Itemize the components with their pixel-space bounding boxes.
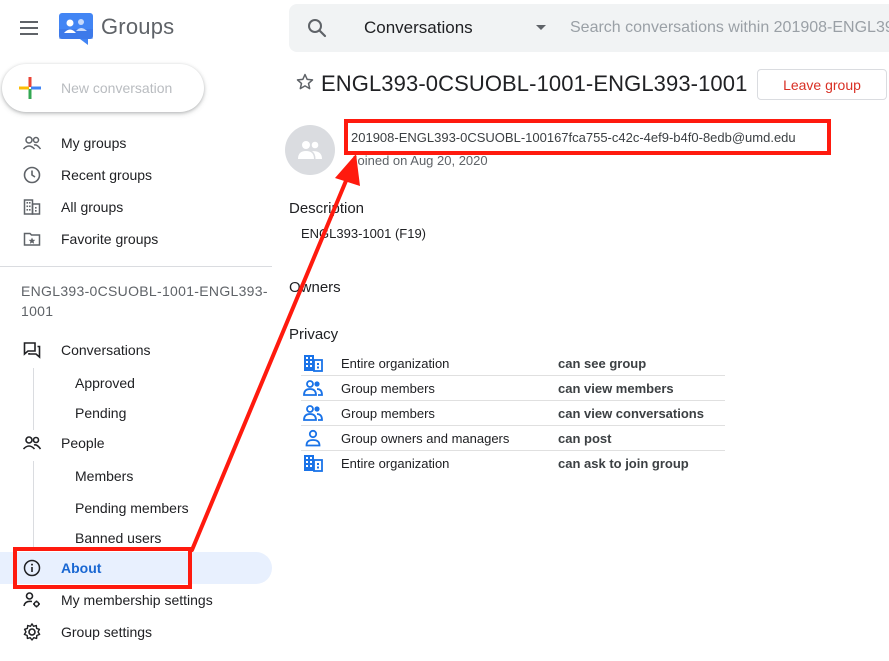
group-icon xyxy=(303,405,323,421)
description-text: ENGL393-1001 (F19) xyxy=(301,226,427,241)
privacy-who: Entire organization xyxy=(341,456,450,471)
search-icon[interactable] xyxy=(305,16,329,40)
privacy-who: Group members xyxy=(341,406,435,421)
sidebar-divider xyxy=(0,266,272,267)
privacy-row: Entire organization can see group xyxy=(301,351,725,376)
email-highlight-box xyxy=(344,119,831,155)
sidebar-item-pending[interactable]: Pending xyxy=(0,398,272,428)
privacy-permission: can view members xyxy=(558,381,674,396)
page-title: ENGL393-0CSUOBL-1001-ENGL393-1001 xyxy=(321,71,748,96)
sidebar-item-label: Members xyxy=(75,468,134,484)
sidebar-item-label: People xyxy=(61,435,105,451)
building-icon xyxy=(23,199,41,215)
sidebar-item-conversations[interactable]: Conversations xyxy=(0,334,272,366)
privacy-heading: Privacy xyxy=(289,326,339,343)
sidebar-item-label: Recent groups xyxy=(61,167,153,183)
sidebar-item-label: Group settings xyxy=(61,624,153,640)
sidebar-item-label: Banned users xyxy=(75,530,162,546)
sidebar-item-approved[interactable]: Approved xyxy=(0,368,272,398)
privacy-who: Entire organization xyxy=(341,356,450,371)
sidebar-item-pending-members[interactable]: Pending members xyxy=(0,493,272,523)
menu-bar xyxy=(20,33,38,35)
sidebar-group-name: ENGL393-0CSUOBL-1001-ENGL393-1001 xyxy=(21,283,268,319)
person-icon xyxy=(305,429,321,447)
sidebar-item-label: My membership settings xyxy=(61,592,213,608)
plus-icon xyxy=(19,77,41,99)
people-icon xyxy=(22,436,42,450)
group-icon xyxy=(298,141,322,159)
groups-logo-icon[interactable] xyxy=(58,12,94,46)
sidebar-item-label: Conversations xyxy=(61,342,151,358)
menu-bar xyxy=(20,27,38,29)
search-scope-select[interactable]: Conversations xyxy=(364,18,473,38)
star-icon[interactable] xyxy=(295,72,315,92)
sidebar-item-label: Favorite groups xyxy=(61,231,159,247)
sidebar-item-group-settings[interactable]: Group settings xyxy=(0,616,272,648)
privacy-permission: can ask to join group xyxy=(558,456,689,471)
app-brand[interactable]: Groups xyxy=(101,14,174,40)
building-icon xyxy=(304,455,323,472)
conversations-icon xyxy=(23,342,41,359)
new-conversation-label: New conversation xyxy=(61,80,173,96)
sidebar-item-recent-groups[interactable]: Recent groups xyxy=(0,159,272,191)
sidebar-item-label: Pending xyxy=(75,405,127,421)
privacy-row: Entire organization can ask to join grou… xyxy=(301,451,725,476)
star-folder-icon xyxy=(23,232,41,246)
sidebar-item-label: My groups xyxy=(61,135,127,151)
search-input[interactable] xyxy=(570,14,889,42)
sidebar-item-label: Approved xyxy=(75,375,135,391)
sidebar-item-people[interactable]: People xyxy=(0,427,272,459)
sidebar-item-all-groups[interactable]: All groups xyxy=(0,191,272,223)
owners-heading: Owners xyxy=(289,279,341,296)
description-heading: Description xyxy=(289,200,365,217)
joined-date: Joined on Aug 20, 2020 xyxy=(351,153,488,168)
privacy-who: Group owners and managers xyxy=(341,431,510,446)
privacy-permission: can see group xyxy=(558,356,647,371)
sidebar-item-favorite-groups[interactable]: Favorite groups xyxy=(0,223,272,255)
gear-icon xyxy=(23,623,41,641)
group-icon xyxy=(303,380,323,396)
privacy-row: Group members can view conversations xyxy=(301,401,725,426)
menu-bar xyxy=(20,21,38,23)
privacy-who: Group members xyxy=(341,381,435,396)
privacy-permission: can view conversations xyxy=(558,406,704,421)
new-conversation-button[interactable]: New conversation xyxy=(2,64,204,112)
leave-group-button[interactable]: Leave group xyxy=(757,69,887,100)
clock-icon xyxy=(23,166,41,184)
sidebar-item-label: All groups xyxy=(61,199,124,215)
people-icon xyxy=(22,136,42,150)
building-icon xyxy=(304,355,323,372)
person-settings-icon xyxy=(23,592,40,608)
about-highlight-box xyxy=(13,547,192,589)
sidebar-item-label: Pending members xyxy=(75,500,189,516)
privacy-row: Group owners and managers can post xyxy=(301,426,725,451)
privacy-permission: can post xyxy=(558,431,612,446)
main-menu-button[interactable] xyxy=(14,14,44,42)
group-avatar xyxy=(285,125,335,175)
sidebar-item-my-groups[interactable]: My groups xyxy=(0,127,272,159)
caret-down-icon[interactable] xyxy=(536,25,546,30)
privacy-row: Group members can view members xyxy=(301,376,725,401)
sidebar-item-members[interactable]: Members xyxy=(0,461,272,491)
